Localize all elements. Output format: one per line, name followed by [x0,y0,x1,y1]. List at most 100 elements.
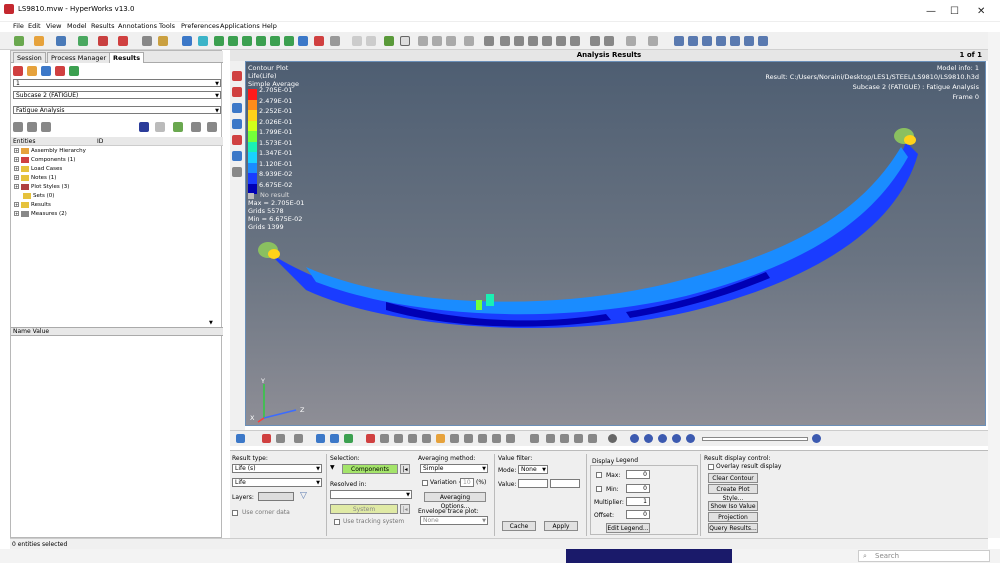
tree-item-components[interactable]: + Components (1) [14,156,75,164]
import-icon[interactable] [78,36,88,46]
use-tracking-checkbox[interactable] [334,519,340,525]
open-model-icon[interactable] [34,36,44,46]
edit-legend-button[interactable]: Edit Legend... [606,523,650,533]
green-cube-icon[interactable] [344,434,353,443]
expand-toggle-icon[interactable]: + [14,157,19,162]
vector-icon[interactable] [232,103,242,113]
layout-4-icon[interactable] [446,36,456,46]
cache-button[interactable]: Cache [502,521,536,531]
expand-toggle-icon[interactable]: + [14,202,19,207]
value-input-1[interactable] [518,479,548,488]
menu-edit[interactable]: Edit [28,22,41,30]
menu-results[interactable]: Results [91,22,114,30]
next-icon[interactable] [366,36,376,46]
last-frame-icon[interactable] [686,434,695,443]
menu-model[interactable]: Model [67,22,87,30]
page-icon[interactable] [384,36,394,46]
tree-item-sets[interactable]: Sets (0) [23,192,54,200]
zoom-window-icon[interactable] [500,36,510,46]
contour-icon[interactable] [232,71,242,81]
measure-icon[interactable] [530,434,539,443]
tool-k-icon[interactable] [560,434,569,443]
legend-tool-icon[interactable] [366,434,375,443]
view-back-icon[interactable] [228,36,238,46]
multiplier-input[interactable]: 1 [626,497,650,506]
tool-f-icon[interactable] [450,434,459,443]
tool-g-icon[interactable] [464,434,473,443]
view-iso-icon[interactable] [298,36,308,46]
open-session-icon[interactable] [14,36,24,46]
minimize-button[interactable]: — [926,6,936,17]
iso-icon[interactable] [232,135,242,145]
fit-icon[interactable] [484,36,494,46]
browser-tool-3-icon[interactable] [41,66,51,76]
close-button[interactable]: ✕ [977,6,985,17]
scroll-down-icon[interactable]: ▼ [209,320,213,326]
undo-icon[interactable] [142,36,152,46]
spin-icon[interactable] [570,36,580,46]
value-input-2[interactable] [550,479,580,488]
tensor-icon[interactable] [232,119,242,129]
tool-h-icon[interactable] [478,434,487,443]
layout-5-icon[interactable] [464,36,474,46]
select-icon[interactable] [155,122,165,132]
browser-tool-2-icon[interactable] [27,66,37,76]
tracking-icon[interactable] [232,167,242,177]
section-icon[interactable] [232,151,242,161]
tool-e-icon[interactable] [436,434,445,443]
misc-icon[interactable] [330,36,340,46]
show-iso-value-button[interactable]: Show Iso Value [708,501,758,511]
tree-item-assembly[interactable]: + Assembly Hierarchy [14,147,86,155]
view-left-icon[interactable] [242,36,252,46]
expand-toggle-icon[interactable]: + [14,175,19,180]
play-icon[interactable] [658,434,667,443]
eye-icon[interactable] [191,122,201,132]
center-icon[interactable] [514,36,524,46]
animation-settings-icon[interactable] [812,434,821,443]
expand-icon[interactable] [13,122,23,132]
color-wheel-icon[interactable] [262,434,271,443]
page-combo[interactable]: 1 ▼ [13,79,221,87]
envelope-combo[interactable]: None ▼ [420,516,488,525]
tool-a-icon[interactable] [380,434,389,443]
clock-icon[interactable] [608,434,617,443]
leaf-spring-model[interactable] [246,62,987,427]
offset-input[interactable]: 0 [626,510,650,519]
reset-system-icon[interactable]: |◂ [400,504,410,514]
show-icon[interactable] [139,122,149,132]
expand-toggle-icon[interactable]: + [14,148,19,153]
analysis-combo[interactable]: Fatigue Analysis ▼ [13,106,221,114]
right-scrollbar[interactable] [988,32,1000,538]
tree-item-notes[interactable]: + Notes (1) [14,174,56,182]
window-1-icon[interactable] [674,36,684,46]
system-button[interactable]: System [330,504,398,514]
window-2-icon[interactable] [688,36,698,46]
frame-slider[interactable] [702,437,808,441]
view-right-icon[interactable] [256,36,266,46]
maximize-button[interactable]: ☐ [950,6,959,17]
tab-session[interactable]: Session [13,52,46,63]
result-type-combo[interactable]: Life (s) ▼ [232,464,322,473]
browser-tool-4-icon[interactable] [55,66,65,76]
contour-tool-icon[interactable] [236,434,245,443]
averaging-options-button[interactable]: Averaging Options... [424,492,486,510]
menu-preferences[interactable]: Preferences [181,22,219,30]
create-plot-style-button[interactable]: Create Plot Style... [708,484,758,502]
collapse-icon[interactable] [27,122,37,132]
resolved-in-combo[interactable]: ▼ [330,490,412,499]
tool-m-icon[interactable] [588,434,597,443]
variation-input[interactable]: 10 [460,478,474,487]
tree-item-results[interactable]: + Results [14,201,51,209]
cut-icon[interactable] [590,36,600,46]
menu-tools[interactable]: Tools [159,22,175,30]
layers-combo[interactable] [258,492,294,501]
view-bottom-icon[interactable] [284,36,294,46]
marker-icon[interactable] [314,36,324,46]
use-corner-data-checkbox[interactable] [232,510,238,516]
window-3-icon[interactable] [702,36,712,46]
mode-combo[interactable]: None ▼ [518,465,548,474]
min-input[interactable]: 0 [626,484,650,493]
capture-icon[interactable] [118,36,128,46]
result-component-combo[interactable]: Life ▼ [232,478,322,487]
query-results-button[interactable]: Query Results... [708,523,758,533]
